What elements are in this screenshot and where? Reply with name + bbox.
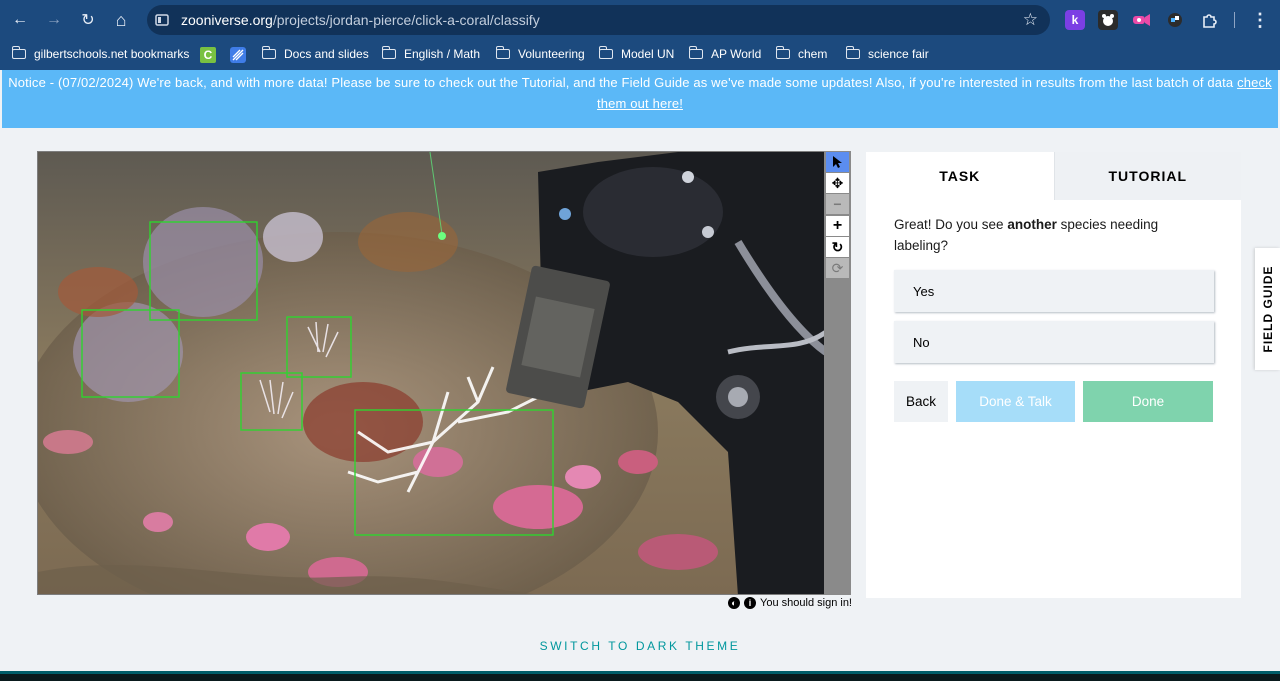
bookmark-folder-gilbertschools[interactable]: gilbertschools.net bookmarks bbox=[11, 46, 189, 61]
star-icon[interactable]: ☆ bbox=[1023, 10, 1038, 30]
folder-icon bbox=[775, 46, 790, 59]
done-and-talk-button[interactable]: Done & Talk bbox=[956, 381, 1075, 422]
pointer-icon[interactable] bbox=[826, 152, 849, 172]
bookmark-folder-model-un[interactable]: Model UN bbox=[598, 46, 674, 61]
menu-icon[interactable]: ⋮ bbox=[1250, 10, 1270, 30]
task-tabs: TASK TUTORIAL bbox=[866, 152, 1241, 200]
bookmark-folder-docs[interactable]: Docs and slides bbox=[261, 46, 369, 61]
bookmark-folder-english-math[interactable]: English / Math bbox=[381, 46, 480, 61]
puzzle-tab-extension-icon[interactable] bbox=[1165, 10, 1185, 30]
notice-banner: Notice - (07/02/2024) We're back, and wi… bbox=[2, 70, 1278, 128]
forward-icon[interactable]: → bbox=[43, 9, 65, 31]
zoom-in-icon[interactable]: + bbox=[826, 216, 849, 236]
folder-icon bbox=[598, 46, 613, 59]
bear-extension-icon[interactable] bbox=[1098, 10, 1118, 30]
task-question: Great! Do you see another species needin… bbox=[894, 217, 1159, 253]
answer-no[interactable]: No bbox=[894, 321, 1214, 363]
striped-extension-icon bbox=[230, 47, 246, 63]
bookmark-folder-volunteering[interactable]: Volunteering bbox=[495, 46, 585, 61]
extensions-icon[interactable] bbox=[1199, 10, 1219, 30]
folder-icon bbox=[261, 46, 276, 59]
bookmarks-bar: gilbertschools.net bookmarks C Docs and … bbox=[0, 40, 1280, 70]
folder-icon bbox=[845, 46, 860, 59]
footer bbox=[0, 671, 1280, 681]
bookmark-folder-science-fair[interactable]: science fair bbox=[845, 46, 929, 61]
toolbar-divider bbox=[1234, 12, 1235, 28]
task-panel: TASK TUTORIAL Great! Do you see another … bbox=[866, 152, 1241, 598]
reset-icon[interactable]: ⟳ bbox=[826, 258, 849, 278]
sign-in-note: You should sign in! bbox=[760, 597, 852, 609]
reload-icon[interactable]: ↻ bbox=[77, 9, 99, 31]
record-extension-icon[interactable] bbox=[1131, 10, 1151, 30]
c-extension-icon: C bbox=[200, 47, 216, 63]
switch-theme-link[interactable]: SWITCH TO DARK THEME bbox=[0, 639, 1280, 653]
site-info-icon[interactable] bbox=[155, 13, 169, 27]
bookmark-c-extension[interactable]: C bbox=[200, 47, 216, 63]
folder-icon bbox=[495, 46, 510, 59]
k-extension-icon[interactable]: k bbox=[1065, 10, 1085, 30]
tab-task[interactable]: TASK bbox=[866, 152, 1054, 200]
back-icon[interactable]: ← bbox=[9, 9, 31, 31]
browser-toolbar: ← → ↻ ⌂ zooniverse.org/projects/jordan-p… bbox=[0, 0, 1280, 40]
bookmark-folder-ap-world[interactable]: AP World bbox=[688, 46, 761, 61]
coral-photo bbox=[38, 152, 824, 594]
zoom-out-icon[interactable]: − bbox=[826, 194, 849, 214]
folder-icon bbox=[11, 46, 26, 59]
folder-icon bbox=[688, 46, 703, 59]
field-guide-button[interactable]: FIELD GUIDE bbox=[1255, 248, 1280, 370]
home-icon[interactable]: ⌂ bbox=[110, 9, 132, 31]
move-icon[interactable]: ✥ bbox=[826, 173, 849, 193]
answer-yes[interactable]: Yes bbox=[894, 270, 1214, 312]
url-text: zooniverse.org/projects/jordan-pierce/cl… bbox=[181, 12, 540, 28]
bookmark-striped-extension[interactable] bbox=[230, 47, 246, 63]
info-icon[interactable]: i bbox=[744, 597, 757, 609]
back-button[interactable]: Back bbox=[894, 381, 948, 422]
done-button[interactable]: Done bbox=[1083, 381, 1213, 422]
subject-image[interactable] bbox=[37, 151, 825, 595]
tab-tutorial[interactable]: TUTORIAL bbox=[1053, 152, 1241, 200]
subject-meta: ◐ i You should sign in! bbox=[728, 597, 852, 609]
rotate-icon[interactable]: ↻ bbox=[826, 237, 849, 257]
address-bar[interactable]: zooniverse.org/projects/jordan-pierce/cl… bbox=[147, 5, 1050, 35]
viewer-toolbar: ✥ − + ↻ ⟳ bbox=[824, 151, 851, 595]
invert-icon[interactable]: ◐ bbox=[728, 597, 741, 609]
bookmark-folder-chem[interactable]: chem bbox=[775, 46, 827, 61]
folder-icon bbox=[381, 46, 396, 59]
